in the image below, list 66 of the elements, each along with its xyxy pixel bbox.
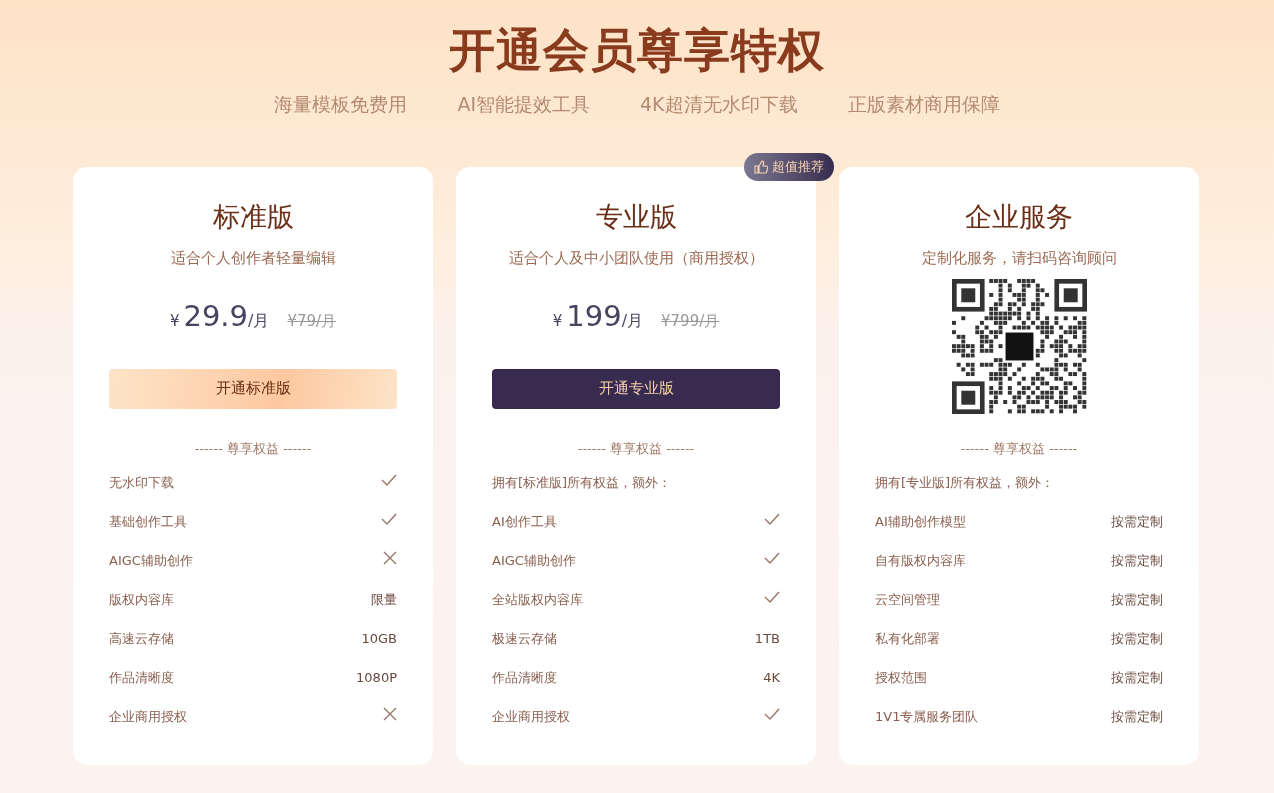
feature-label: AI辅助创作模型 — [875, 513, 966, 531]
feature-value: 按需定制 — [1111, 552, 1163, 570]
price: 29.9 — [183, 297, 248, 335]
check-icon — [764, 551, 780, 565]
original-price: ¥799/月 — [661, 310, 720, 332]
plan-name: 标准版 — [211, 199, 295, 234]
feature-label: 版权内容库 — [109, 591, 174, 609]
plan-description: 适合个人及中小团队使用（商用授权） — [507, 247, 765, 269]
feature-label: AI创作工具 — [492, 513, 557, 531]
currency-symbol: ¥ — [169, 310, 180, 332]
feature-label: 云空间管理 — [875, 591, 940, 609]
feature-label: 极速云存储 — [492, 630, 557, 648]
feature-label: 高速云存储 — [109, 630, 174, 648]
feature-value: 按需定制 — [1111, 630, 1163, 648]
feature-highlight: 4K超清无水印下载 — [640, 92, 798, 117]
feature-label: 授权范围 — [875, 669, 927, 687]
feature-value: 4K — [763, 669, 780, 687]
feature-value: 按需定制 — [1111, 669, 1163, 687]
feature-label: 企业商用授权 — [492, 708, 570, 726]
plan-description: 适合个人创作者轻量编辑 — [169, 247, 337, 269]
feature-highlight: 海量模板免费用 — [274, 92, 408, 117]
check-icon — [764, 707, 780, 721]
check-icon — [381, 512, 397, 526]
feature-label: 全站版权内容库 — [492, 591, 583, 609]
original-price: ¥79/月 — [287, 310, 337, 332]
feature-label: 作品清晰度 — [492, 669, 557, 687]
feature-value: 按需定制 — [1111, 591, 1163, 609]
plan-name: 企业服务 — [964, 199, 1074, 234]
plan-name: 专业版 — [594, 199, 678, 234]
feature-label: 企业商用授权 — [109, 708, 187, 726]
cross-icon — [383, 551, 397, 565]
plan-description: 定制化服务，请扫码咨询顾问 — [920, 247, 1118, 269]
feature-label: 1V1专属服务团队 — [875, 708, 979, 726]
currency-symbol: ¥ — [552, 310, 563, 332]
feature-value: 限量 — [371, 591, 397, 609]
benefits-divider: ------ 尊享权益 ------ — [959, 439, 1079, 458]
feature-value: 按需定制 — [1111, 708, 1163, 726]
feature-label: 私有化部署 — [875, 630, 940, 648]
benefits-divider: ------ 尊享权益 ------ — [576, 439, 696, 458]
feature-label: 无水印下载 — [109, 474, 174, 492]
price-unit: /月 — [621, 310, 644, 332]
check-icon — [764, 590, 780, 604]
feature-label: AIGC辅助创作 — [492, 552, 576, 570]
feature-value: 1TB — [754, 630, 780, 648]
feature-label: 基础创作工具 — [109, 513, 187, 531]
feature-label: AIGC辅助创作 — [109, 552, 193, 570]
badge-label: 超值推荐 — [772, 157, 824, 176]
feature-highlight: AI智能提效工具 — [457, 92, 590, 117]
feature-label: 自有版权内容库 — [875, 552, 966, 570]
subscribe-button[interactable]: 开通标准版 — [109, 368, 397, 409]
page-title: 开通会员尊享特权 — [448, 22, 826, 79]
cross-icon — [383, 707, 397, 721]
feature-label: 作品清晰度 — [109, 669, 174, 687]
thumbs-up-icon — [754, 159, 768, 174]
feature-value: 按需定制 — [1111, 513, 1163, 531]
feature-value: 1080P — [356, 669, 397, 687]
subscribe-button[interactable]: 开通专业版 — [492, 368, 780, 409]
price-unit: /月 — [248, 310, 270, 332]
feature-label: 拥有[专业版]所有权益，额外： — [875, 474, 1055, 492]
price: 199 — [566, 297, 622, 335]
feature-value: 10GB — [361, 630, 397, 648]
feature-highlight: 正版素材商用保障 — [847, 92, 1000, 117]
feature-label: 拥有[标准版]所有权益，额外： — [492, 474, 672, 492]
benefits-divider: ------ 尊享权益 ------ — [193, 439, 313, 458]
check-icon — [381, 473, 397, 487]
check-icon — [764, 512, 780, 526]
